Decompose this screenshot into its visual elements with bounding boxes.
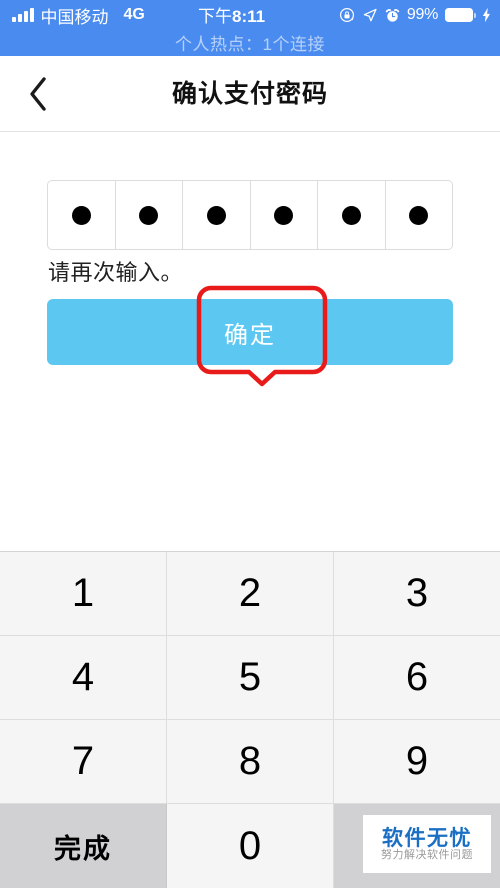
keyboard-row: 7 8 9 <box>0 720 500 804</box>
key-3[interactable]: 3 <box>334 552 500 636</box>
password-cell[interactable] <box>116 181 183 249</box>
key-done[interactable]: 完成 <box>0 804 167 888</box>
confirm-button[interactable]: 确定 <box>47 299 453 365</box>
carrier-label: 中国移动 <box>40 7 109 27</box>
status-bar-clock: 下午8:11 <box>198 2 265 27</box>
lightning-bolt-icon <box>482 7 491 23</box>
hotspot-banner[interactable]: 个人热点：1个连接 <box>0 28 500 56</box>
filled-dot-icon <box>341 205 361 225</box>
password-cell[interactable] <box>183 181 251 249</box>
watermark-title: 软件无忧 <box>382 826 472 850</box>
rotation-lock-icon <box>339 8 354 22</box>
key-9[interactable]: 9 <box>334 720 500 804</box>
location-arrow-icon <box>363 8 377 22</box>
key-7[interactable]: 7 <box>0 720 167 804</box>
filled-dot-icon <box>206 205 226 225</box>
page-title: 确认支付密码 <box>171 80 328 108</box>
password-cell[interactable] <box>251 181 318 249</box>
signal-bars-icon <box>12 8 34 22</box>
clock-ampm-label: 下午 <box>198 7 232 26</box>
status-bar-top-row: 中国移动 4G 下午8:11 99% <box>0 0 500 30</box>
password-cell[interactable] <box>48 181 116 249</box>
filled-dot-icon <box>71 205 91 225</box>
clock-time-label: 8:11 <box>232 7 266 26</box>
password-cell[interactable] <box>318 181 386 249</box>
key-5[interactable]: 5 <box>167 636 334 720</box>
key-4[interactable]: 4 <box>0 636 167 720</box>
key-2[interactable]: 2 <box>167 552 334 636</box>
key-1[interactable]: 1 <box>0 552 167 636</box>
alarm-clock-icon <box>385 8 400 22</box>
network-type-label: 4G <box>123 6 145 23</box>
keyboard-row: 1 2 3 <box>0 552 500 636</box>
watermark: 软件无忧 努力解决软件问题 <box>363 815 491 873</box>
battery-icon <box>445 8 476 22</box>
filled-dot-icon <box>274 205 294 225</box>
phone-screen: 中国移动 4G 下午8:11 99% 个人热点：1个连接 确认支付密码 请再次输… <box>0 0 500 888</box>
key-6[interactable]: 6 <box>334 636 500 720</box>
key-0[interactable]: 0 <box>167 804 334 888</box>
key-8[interactable]: 8 <box>167 720 334 804</box>
navigation-bar: 确认支付密码 <box>0 56 500 132</box>
filled-dot-icon <box>409 205 429 225</box>
battery-percent-label: 99% <box>406 6 438 23</box>
status-bar-right-group: 99% <box>339 0 492 30</box>
status-bar: 中国移动 4G 下午8:11 99% 个人热点：1个连接 <box>0 0 500 56</box>
filled-dot-icon <box>139 205 159 225</box>
hint-text: 请再次输入。 <box>48 260 184 285</box>
password-input-row[interactable] <box>47 180 453 250</box>
keyboard-row: 4 5 6 <box>0 636 500 720</box>
password-cell[interactable] <box>386 181 453 249</box>
status-bar-left-group: 中国移动 4G <box>12 3 145 28</box>
watermark-subtitle: 努力解决软件问题 <box>381 848 473 861</box>
